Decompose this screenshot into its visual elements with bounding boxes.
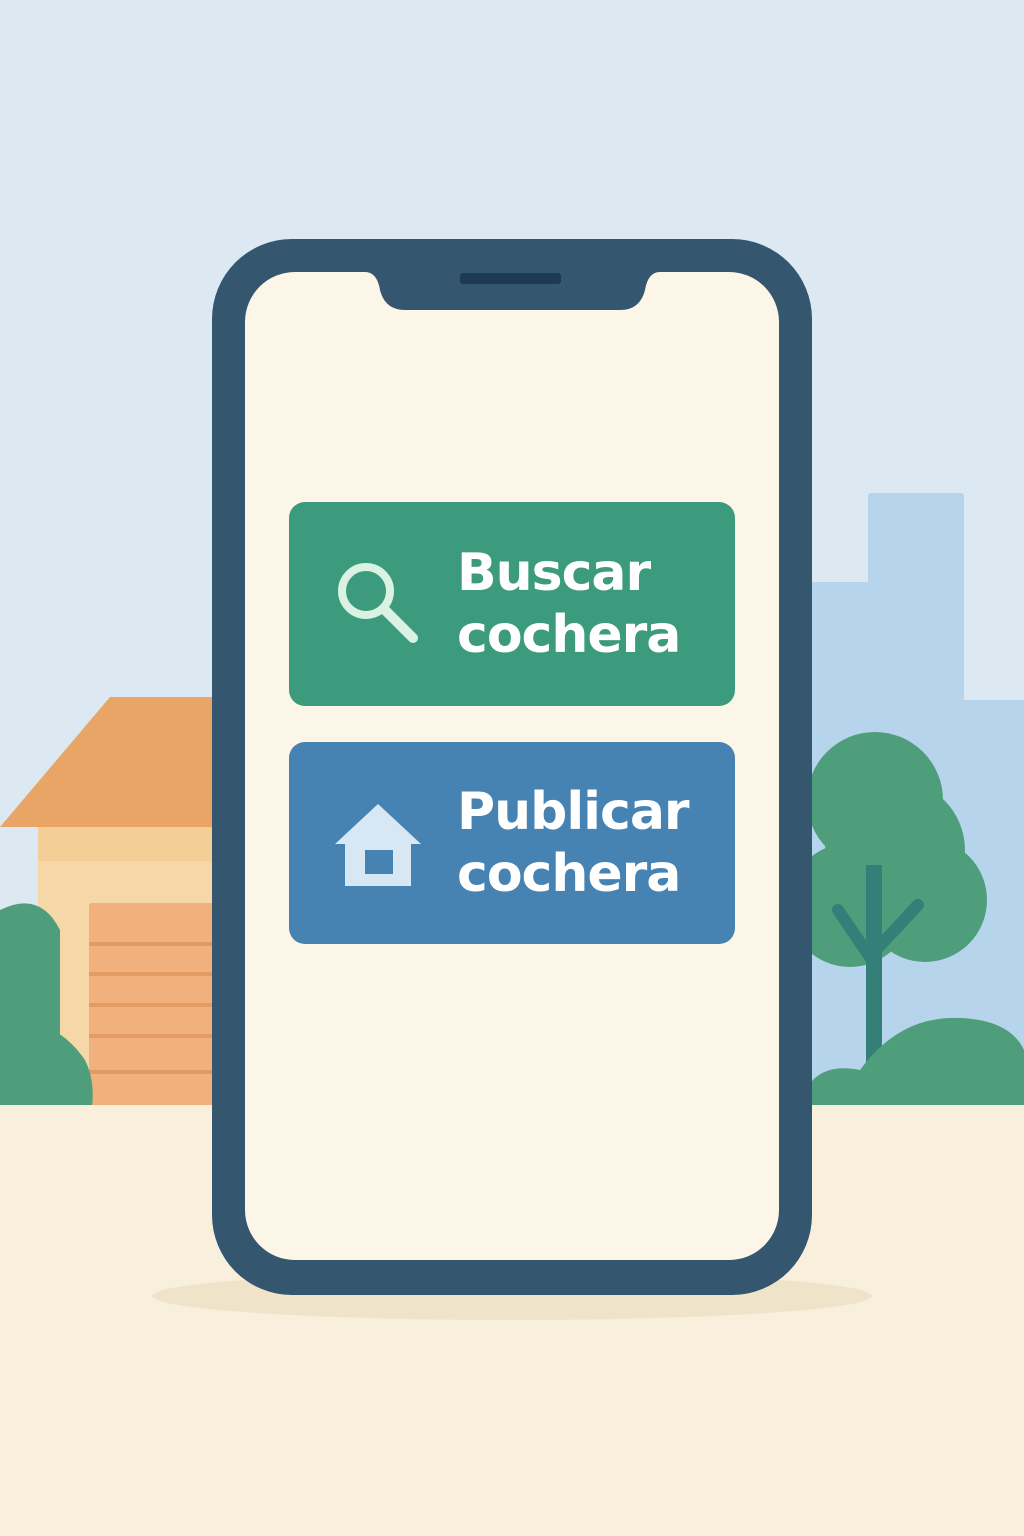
search-icon xyxy=(338,563,418,643)
publish-garage-button[interactable]: Publicar cochera xyxy=(289,742,735,944)
publish-label-line2: cochera xyxy=(457,844,681,904)
house-wall-shade xyxy=(38,827,238,861)
search-garage-label: Buscar cochera xyxy=(457,542,681,666)
search-label-line2: cochera xyxy=(457,605,681,665)
publish-label-line1: Publicar xyxy=(457,782,690,842)
search-label-line1: Buscar xyxy=(457,543,651,603)
house-icon xyxy=(335,804,421,886)
app-screen: Buscar cochera Publicar cochera xyxy=(245,272,779,1260)
publish-garage-label: Publicar cochera xyxy=(457,781,690,905)
search-garage-button[interactable]: Buscar cochera xyxy=(289,502,735,706)
